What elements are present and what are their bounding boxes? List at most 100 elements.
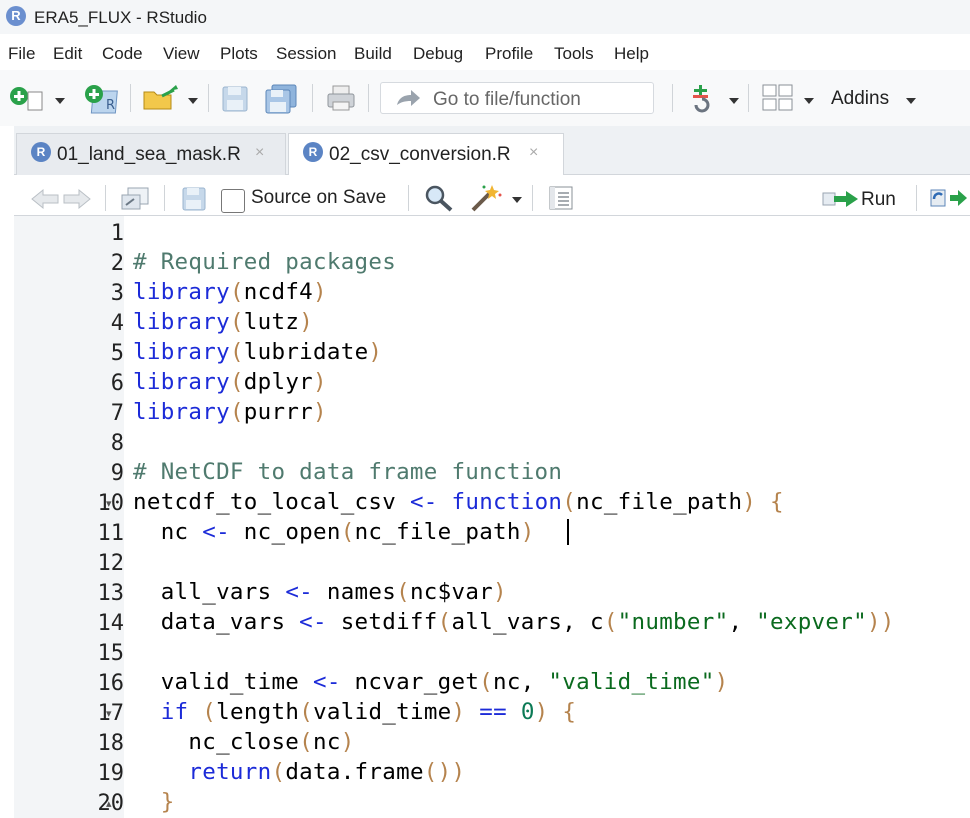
code-line: library(purrr) xyxy=(133,399,327,425)
menu-debug[interactable]: Debug xyxy=(413,44,463,64)
toolbar-separator xyxy=(312,84,313,112)
code-tools-dropdown-icon[interactable] xyxy=(512,197,522,203)
code-line: nc <- nc_open(nc_file_path) xyxy=(133,519,535,545)
menu-profile[interactable]: Profile xyxy=(485,44,533,64)
code-line: if (length(valid_time) == 0) { xyxy=(160,699,577,725)
open-file-dropdown-icon[interactable] xyxy=(188,98,198,104)
line-number: 12 xyxy=(97,551,125,576)
save-icon[interactable] xyxy=(222,86,250,117)
close-tab-icon[interactable]: × xyxy=(255,144,264,162)
line-number: 14 xyxy=(97,611,125,636)
addins-menu[interactable]: Addins xyxy=(831,88,889,110)
source-on-save-checkbox[interactable] xyxy=(221,189,245,213)
go-to-file-placeholder: Go to file/function xyxy=(433,89,581,110)
line-number: 15 xyxy=(97,641,125,666)
line-number: 6 xyxy=(110,371,124,396)
code-line: library(lutz) xyxy=(133,309,314,335)
code-line: library(ncdf4) xyxy=(133,279,327,305)
tab-01-land-sea-mask[interactable]: R 01_land_sea_mask.R × xyxy=(16,133,286,176)
toolbar-separator xyxy=(748,84,749,112)
line-number: 2 xyxy=(110,251,124,276)
line-number: 7 xyxy=(110,401,124,426)
toolbar-separator xyxy=(672,84,673,112)
line-number: 8 xyxy=(110,431,124,456)
new-file-icon[interactable] xyxy=(8,84,54,119)
line-number: 9 xyxy=(110,461,124,486)
arrow-right-icon xyxy=(395,88,421,113)
rstudio-app-icon: R xyxy=(6,6,26,26)
menu-build[interactable]: Build xyxy=(354,44,392,64)
save-all-icon[interactable] xyxy=(265,84,299,119)
rerun-icon[interactable] xyxy=(930,187,968,216)
toolbar-separator xyxy=(130,84,131,112)
menu-code[interactable]: Code xyxy=(102,44,143,64)
show-in-window-icon[interactable] xyxy=(120,186,150,217)
toolbar-separator xyxy=(916,185,917,211)
open-file-icon[interactable] xyxy=(142,84,186,117)
r-file-icon: R xyxy=(303,142,323,162)
back-arrow-icon[interactable] xyxy=(30,187,60,216)
print-icon[interactable] xyxy=(326,84,356,117)
code-line: all_vars <- names(nc$var) xyxy=(133,579,507,605)
code-line: } xyxy=(160,789,175,815)
menu-view[interactable]: View xyxy=(163,44,200,64)
line-number: 11 xyxy=(97,521,125,546)
code-line: netcdf_to_local_csv <- function(nc_file_… xyxy=(133,489,784,515)
title-bar: R ERA5_FLUX - RStudio xyxy=(0,0,970,34)
pane-layout-icon[interactable] xyxy=(762,84,794,117)
line-number: 3 xyxy=(110,281,124,306)
close-tab-icon[interactable]: × xyxy=(529,144,538,162)
window-title: ERA5_FLUX - RStudio xyxy=(34,8,207,27)
fold-toggle-icon[interactable]: ▾ xyxy=(106,707,112,720)
line-number: 1 xyxy=(110,221,124,246)
code-line: # Required packages xyxy=(133,249,397,275)
fold-toggle-icon[interactable]: ▴ xyxy=(106,797,112,810)
code-line: library(dplyr) xyxy=(133,369,327,395)
line-number: 19 xyxy=(97,761,125,786)
code-line: return(data.frame()) xyxy=(188,759,466,785)
code-editor[interactable] xyxy=(124,216,970,818)
toolbar-separator xyxy=(105,185,106,211)
line-number: 18 xyxy=(97,731,125,756)
version-control-dropdown-icon[interactable] xyxy=(729,98,739,104)
svg-text:R: R xyxy=(106,98,115,113)
code-line: data_vars <- setdiff(all_vars, c("number… xyxy=(133,609,895,635)
line-number: 4 xyxy=(110,311,124,336)
save-icon[interactable] xyxy=(182,187,208,216)
fold-toggle-icon[interactable]: ▾ xyxy=(106,497,112,510)
line-number: 16 xyxy=(97,671,125,696)
menu-edit[interactable]: Edit xyxy=(53,44,82,64)
toolbar-separator xyxy=(208,84,209,112)
toolbar-separator xyxy=(408,185,409,211)
new-project-icon[interactable]: R xyxy=(84,83,124,120)
document-outline-icon[interactable] xyxy=(548,185,574,216)
tab-label: 01_land_sea_mask.R xyxy=(57,144,241,165)
code-line: nc_close(nc) xyxy=(133,729,355,755)
code-line: library(lubridate) xyxy=(133,339,383,365)
menu-plots[interactable]: Plots xyxy=(220,44,258,64)
code-tools-wand-icon[interactable] xyxy=(470,183,504,218)
forward-arrow-icon[interactable] xyxy=(62,187,92,216)
menu-bar: File Edit Code View Plots Session Build … xyxy=(0,34,970,70)
code-line: # NetCDF to data frame function xyxy=(133,459,563,485)
toolbar-separator xyxy=(368,84,369,112)
new-file-dropdown-icon[interactable] xyxy=(55,98,65,104)
line-number-gutter: 1 2 3 4 5 6 7 8 9 10 11 12 13 14 15 16 1… xyxy=(14,216,124,818)
toolbar-separator xyxy=(532,185,533,211)
pane-layout-dropdown-icon[interactable] xyxy=(804,98,814,104)
run-button[interactable]: Run xyxy=(861,189,896,211)
text-cursor xyxy=(567,519,569,545)
addins-dropdown-icon[interactable] xyxy=(906,98,916,104)
version-control-icon[interactable] xyxy=(689,83,713,120)
search-icon[interactable] xyxy=(424,184,454,217)
run-arrow-icon[interactable] xyxy=(822,188,860,215)
tab-02-csv-conversion[interactable]: R 02_csv_conversion.R × xyxy=(288,133,564,177)
r-file-icon: R xyxy=(31,142,51,162)
menu-session[interactable]: Session xyxy=(276,44,336,64)
code-line: valid_time <- ncvar_get(nc, "valid_time"… xyxy=(133,669,729,695)
line-number: 13 xyxy=(97,581,125,606)
go-to-file-input[interactable]: Go to file/function xyxy=(380,82,654,114)
menu-tools[interactable]: Tools xyxy=(554,44,594,64)
menu-file[interactable]: File xyxy=(8,44,35,64)
menu-help[interactable]: Help xyxy=(614,44,649,64)
